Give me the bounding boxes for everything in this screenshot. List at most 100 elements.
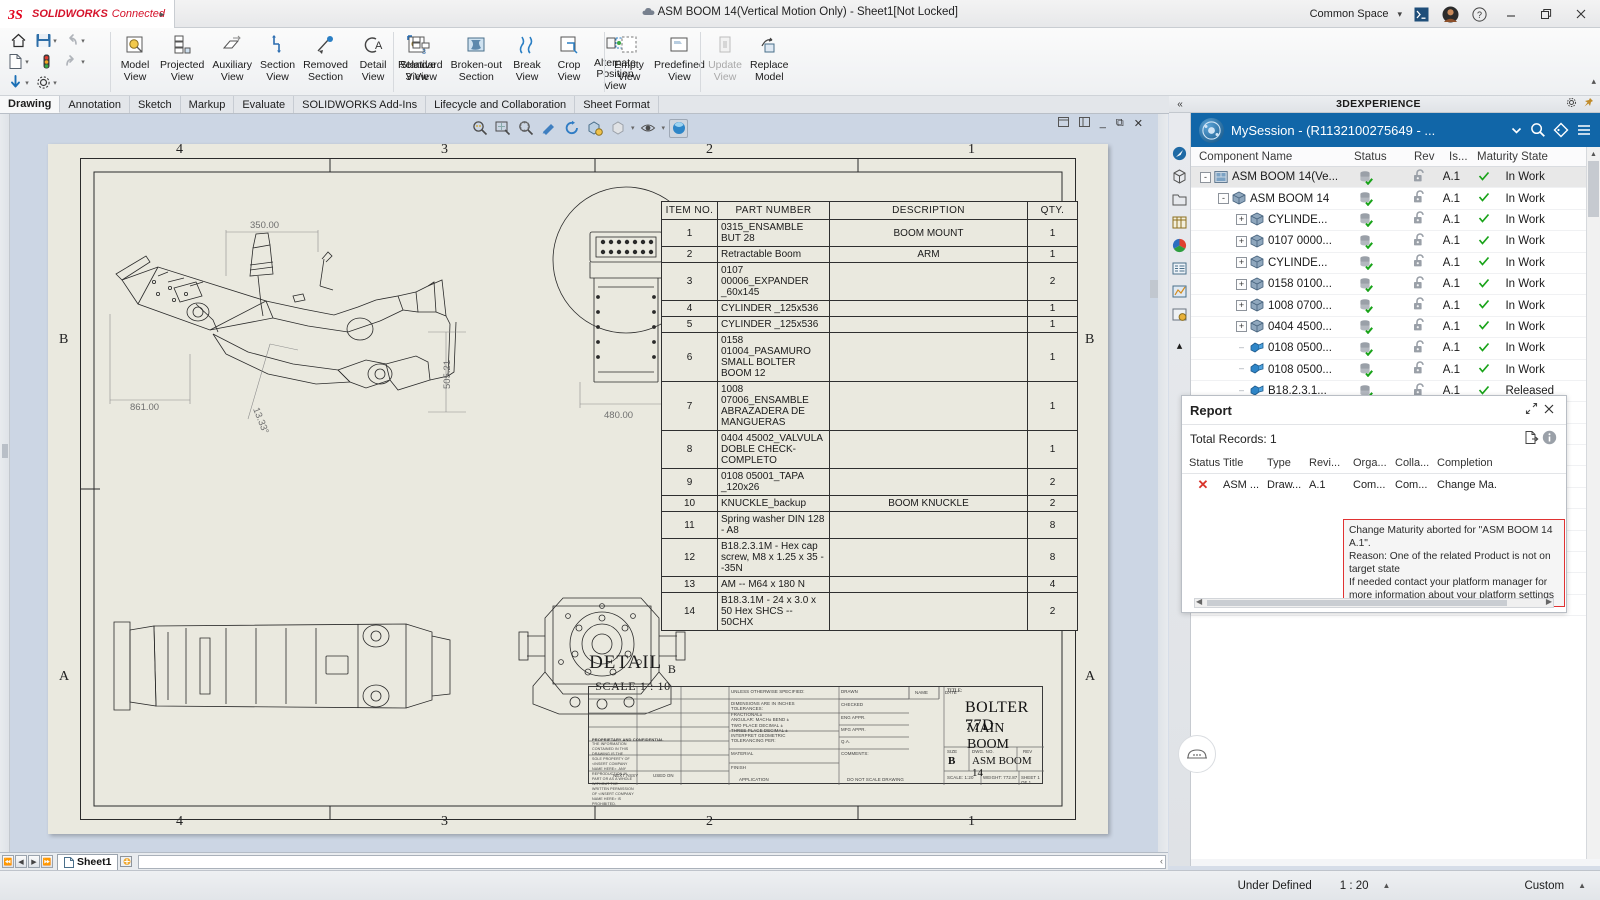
options-dropdown-icon[interactable]: ▾: [53, 79, 57, 87]
tab-markup[interactable]: Markup: [181, 96, 235, 113]
bom-row[interactable]: 30107 00006_EXPANDER _60x1452: [662, 263, 1078, 301]
tree-row[interactable]: +0158 0100...A.1In Work: [1191, 274, 1600, 295]
report-close-icon[interactable]: [1540, 403, 1558, 418]
rep-th-collab[interactable]: Colla...: [1392, 457, 1434, 469]
lifecycle-icon[interactable]: [1172, 306, 1188, 322]
graphics-scrollbar-thumb[interactable]: [1150, 280, 1158, 298]
unlocked-icon[interactable]: [1413, 276, 1443, 293]
broken-out-section-button[interactable]: Broken-out Section: [447, 30, 506, 92]
status-custom-dropdown-icon[interactable]: ▲: [1578, 881, 1586, 890]
tree-scroll-thumb[interactable]: [1588, 161, 1599, 217]
tree-vertical-scrollbar[interactable]: ▲: [1586, 147, 1600, 859]
th-is[interactable]: Is...: [1449, 151, 1477, 163]
tab-drawing[interactable]: Drawing: [0, 96, 60, 113]
bill-of-materials-table[interactable]: ITEM NO. PART NUMBER DESCRIPTION QTY. 10…: [661, 201, 1078, 631]
replace-model-button[interactable]: Replace Model: [746, 30, 793, 92]
color-wheel-icon[interactable]: [1172, 237, 1188, 253]
bom-row[interactable]: 10KNUCKLE_backupBOOM KNUCKLE2: [662, 496, 1078, 512]
undo-icon[interactable]: ▾: [63, 32, 85, 49]
bom-row[interactable]: 14B18.3.1M - 24 x 3.0 x 50 Hex SHCS -- 5…: [662, 593, 1078, 631]
zoom-to-fit-icon[interactable]: [470, 119, 489, 138]
standard-3-view-button[interactable]: 3 Standard 3 View: [396, 30, 447, 92]
safety-helmet-icon[interactable]: [1178, 735, 1216, 773]
tree-row[interactable]: -ASM BOOM 14A.1In Work: [1191, 188, 1600, 209]
status-scale[interactable]: 1 : 20: [1326, 880, 1383, 892]
tree-expand-toggle[interactable]: +: [1236, 257, 1247, 268]
tree-row[interactable]: +0107 0000...A.1In Work: [1191, 231, 1600, 252]
doc-minimize-button[interactable]: _: [1100, 117, 1106, 129]
tree-row[interactable]: -ASM BOOM 14(Ve...A.1In Work: [1191, 167, 1600, 188]
help-icon[interactable]: ?: [1469, 4, 1489, 24]
options-gear-icon[interactable]: ▾: [35, 74, 57, 91]
bom-row[interactable]: 2Retractable BoomARM1: [662, 247, 1078, 263]
bom-row[interactable]: 5CYLINDER _125x5361: [662, 317, 1078, 333]
unlocked-icon[interactable]: [1413, 361, 1443, 378]
tree-row[interactable]: –0108 0500...A.1In Work: [1191, 360, 1600, 381]
simulation-icon[interactable]: [1172, 283, 1188, 299]
common-space-label[interactable]: Common Space: [1310, 8, 1389, 20]
save-icon[interactable]: ▾: [35, 32, 57, 49]
sheet-horizontal-scrollbar[interactable]: ‹: [138, 855, 1166, 869]
tree-expand-toggle[interactable]: +: [1236, 300, 1247, 311]
info-icon[interactable]: [1540, 430, 1558, 448]
bom-table-icon[interactable]: [1172, 214, 1188, 230]
th-status[interactable]: Status: [1354, 151, 1414, 163]
th-maturity-state[interactable]: Maturity State: [1477, 151, 1567, 163]
bom-row[interactable]: 60158 01004_PASAMURO SMALL BOLTER BOOM 1…: [662, 333, 1078, 382]
tree-row[interactable]: +CYLINDE...A.1In Work: [1191, 253, 1600, 274]
unlocked-icon[interactable]: [1413, 233, 1443, 250]
unlocked-icon[interactable]: [1413, 211, 1443, 228]
bom-row[interactable]: 4CYLINDER _125x5361: [662, 301, 1078, 317]
report-horizontal-scrollbar[interactable]: ◀ ▶: [1194, 598, 1554, 608]
export-icon[interactable]: [1522, 430, 1540, 448]
tree-row[interactable]: +CYLINDE...A.1In Work: [1191, 210, 1600, 231]
display-style-dropdown-icon[interactable]: ▾: [631, 124, 635, 132]
user-avatar[interactable]: [1440, 4, 1460, 24]
rep-th-title[interactable]: Title: [1220, 457, 1264, 469]
previous-sheet-button[interactable]: ◀: [15, 855, 27, 868]
tile-icon[interactable]: [1058, 117, 1069, 130]
mysession-dropdown-icon[interactable]: [1510, 124, 1523, 137]
minimize-button[interactable]: [1498, 1, 1524, 27]
hamburger-menu-icon[interactable]: [1576, 122, 1592, 138]
ribbon-collapse-icon[interactable]: ▴: [1591, 76, 1596, 87]
tree-scroll-up-icon[interactable]: ▲: [1587, 147, 1600, 161]
panel-pin-icon[interactable]: [1583, 97, 1594, 111]
redo-dropdown-icon[interactable]: ▾: [81, 58, 85, 66]
model-view-button[interactable]: Model View: [114, 30, 156, 92]
status-custom[interactable]: Custom: [1510, 880, 1578, 892]
zoom-in-out-icon[interactable]: [516, 119, 535, 138]
panel-handle[interactable]: [2, 444, 8, 458]
title-block[interactable]: UNLESS OTHERWISE SPECIFIED: DIMENSIONS A…: [588, 686, 1043, 784]
tree-collapse-toggle[interactable]: -: [1200, 172, 1211, 183]
tree-row[interactable]: +1008 0700...A.1In Work: [1191, 295, 1600, 316]
download-icon[interactable]: ▾: [7, 74, 29, 91]
unlocked-icon[interactable]: [1413, 318, 1443, 335]
report-panel[interactable]: Report Total Records: 1 Status Title Typ…: [1181, 395, 1567, 613]
unlocked-icon[interactable]: [1413, 340, 1443, 357]
download-dropdown-icon[interactable]: ▾: [25, 79, 29, 87]
rail-scroll-up-icon[interactable]: ▴: [1172, 337, 1188, 353]
tree-expand-toggle[interactable]: +: [1236, 321, 1247, 332]
drawing-graphics-area[interactable]: _ ⧉ ✕: [0, 114, 1168, 852]
panel-collapse-icon[interactable]: «: [1169, 99, 1191, 110]
hide-show-dropdown-icon[interactable]: ▾: [662, 124, 666, 132]
left-panel-collapsed[interactable]: [0, 114, 10, 852]
chevron-down-icon[interactable]: ▾: [1397, 9, 1402, 20]
scroll-left-icon[interactable]: ‹: [1160, 856, 1163, 866]
bom-row[interactable]: 12B18.2.3.1M - Hex cap screw, M8 x 1.25 …: [662, 539, 1078, 577]
sheet-tab-sheet1[interactable]: Sheet1: [57, 854, 118, 870]
report-hscroll-thumb[interactable]: [1207, 600, 1507, 606]
projected-view-button[interactable]: Projected View: [156, 30, 208, 92]
home-icon[interactable]: [10, 32, 27, 49]
bom-row[interactable]: 71008 07006_ENSAMBLE ABRAZADERA DE MANGU…: [662, 382, 1078, 431]
display-style-icon[interactable]: [608, 119, 627, 138]
search-icon[interactable]: [1530, 122, 1546, 138]
tab-evaluate[interactable]: Evaluate: [234, 96, 294, 113]
report-table-row[interactable]: ✕ ASM ... Draw... A.1 Com... Com... Chan…: [1182, 474, 1566, 496]
bom-row[interactable]: 11Spring washer DIN 128 - A88: [662, 512, 1078, 539]
next-sheet-button[interactable]: ▶: [28, 855, 40, 868]
product-structure-icon[interactable]: [1172, 168, 1188, 184]
update-view-button[interactable]: Update View: [704, 30, 746, 92]
first-sheet-button[interactable]: ⏪: [2, 855, 14, 868]
